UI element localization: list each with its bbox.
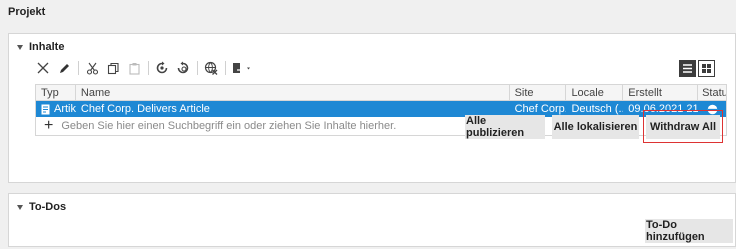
checkout-icon[interactable] xyxy=(175,60,191,76)
row-name-cell: Chef Corp. Delivers Article xyxy=(80,103,210,115)
view-switcher xyxy=(679,59,715,77)
column-header-name[interactable]: Name xyxy=(76,85,510,100)
list-view-icon[interactable] xyxy=(679,59,696,77)
column-header-site[interactable]: Site xyxy=(510,85,567,100)
localize-all-button[interactable]: Alle lokalisieren xyxy=(552,115,639,139)
edit-icon[interactable] xyxy=(56,60,72,76)
toolbar-divider xyxy=(148,61,149,75)
todos-panel: To-Dos To-Do hinzufügen xyxy=(8,193,736,247)
toolbar-divider xyxy=(78,61,79,75)
content-toolbar xyxy=(35,57,715,79)
create-icon[interactable] xyxy=(231,60,253,76)
grid-header-row: Typ Name Site Locale Erstellt Status xyxy=(36,85,726,101)
row-type-label: Artikel xyxy=(54,103,76,115)
add-todo-button[interactable]: To-Do hinzufügen xyxy=(645,219,733,243)
toolbar-divider xyxy=(225,61,226,75)
inhalte-title: Inhalte xyxy=(29,41,65,53)
add-icon[interactable]: + xyxy=(44,118,53,134)
collapse-caret-icon[interactable] xyxy=(17,44,23,50)
column-header-locale[interactable]: Locale xyxy=(566,85,624,100)
paste-icon[interactable] xyxy=(126,60,142,76)
todos-panel-header[interactable]: To-Dos xyxy=(17,201,66,213)
column-header-erstellt[interactable]: Erstellt xyxy=(623,85,699,100)
page-title: Projekt xyxy=(8,6,46,18)
withdraw-icon[interactable] xyxy=(203,60,219,76)
checkin-icon[interactable] xyxy=(154,60,170,76)
cut-icon[interactable] xyxy=(84,60,100,76)
inhalte-panel: Inhalte Typ Name Site Locale Erstellt St… xyxy=(8,33,736,183)
withdraw-all-button[interactable]: Withdraw All xyxy=(646,115,720,139)
globe-icon xyxy=(707,104,717,114)
thumbnail-view-icon[interactable] xyxy=(698,59,715,77)
publish-all-button[interactable]: Alle publizieren xyxy=(465,115,545,139)
close-icon[interactable] xyxy=(35,60,51,76)
row-type-cell: Artikel xyxy=(36,101,76,117)
article-icon xyxy=(41,104,50,114)
inhalte-panel-header[interactable]: Inhalte xyxy=(17,41,64,53)
collapse-caret-icon[interactable] xyxy=(17,204,23,210)
toolbar-divider xyxy=(197,61,198,75)
column-header-status[interactable]: Status xyxy=(698,85,726,100)
column-header-typ[interactable]: Typ xyxy=(36,85,76,100)
todos-title: To-Dos xyxy=(29,201,67,213)
copy-icon[interactable] xyxy=(105,60,121,76)
